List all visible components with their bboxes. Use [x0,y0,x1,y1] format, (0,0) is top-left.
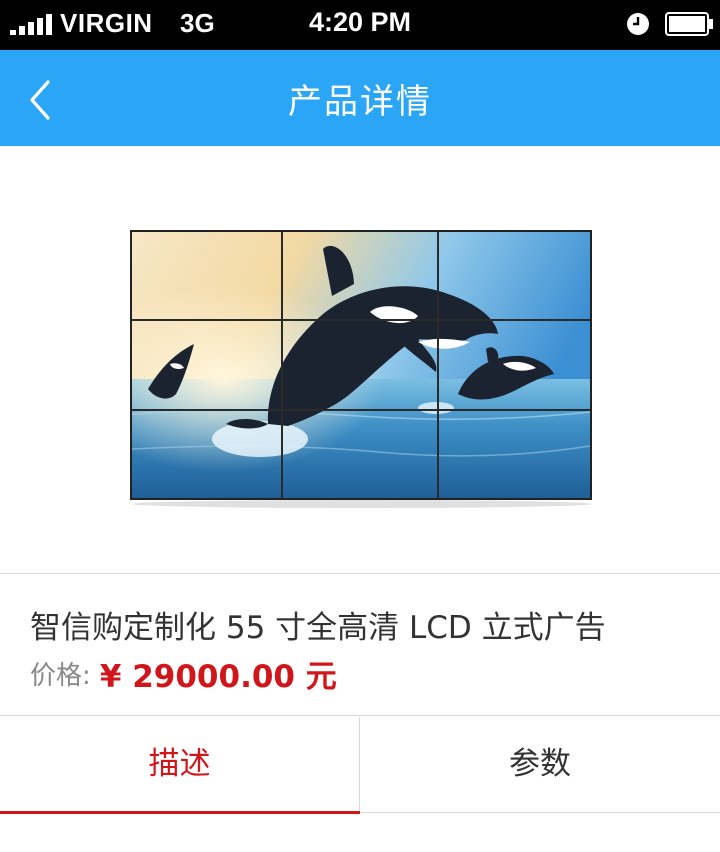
status-time: 4:20 PM [308,7,412,37]
tab-description[interactable]: 描述 [0,717,360,814]
price-row: 价格: ¥ 29000.00 元 [30,651,337,696]
detail-tabs: 描述 参数 [0,717,720,814]
product-info: 智信购定制化 55 寸全高清 LCD 立式广告 价格: ¥ 29000.00 元 [0,575,720,716]
alarm-clock-icon [627,13,649,35]
price-value: ¥ 29000.00 元 [99,659,337,695]
product-title: 智信购定制化 55 寸全高清 LCD 立式广告 [30,610,606,646]
tab-parameters[interactable]: 参数 [360,717,720,813]
page-title: 产品详情 [288,82,432,122]
status-bar: VIRGIN 3G 4:20 PM [0,0,720,50]
battery-icon [665,12,713,36]
product-image[interactable] [118,194,606,512]
product-image-area [0,146,720,574]
price-label: 价格: [30,661,91,691]
nav-bar: 产品详情 [0,50,720,146]
